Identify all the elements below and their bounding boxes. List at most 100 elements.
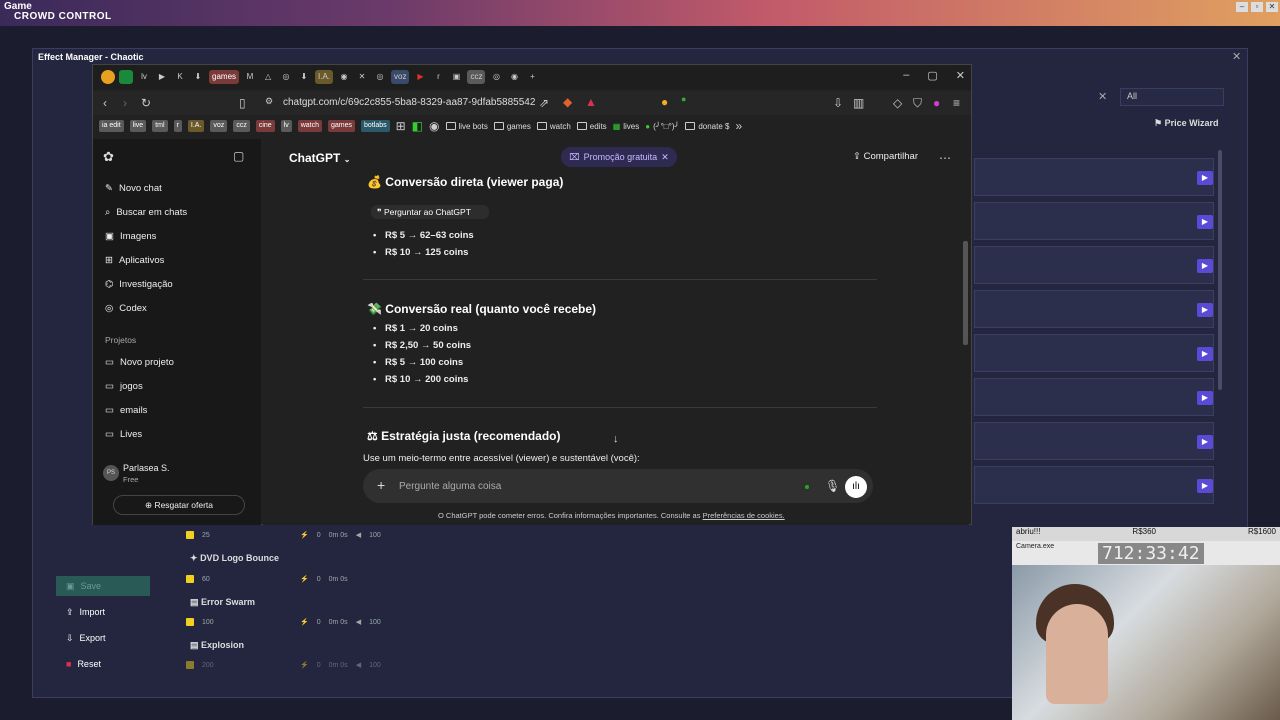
tab-icon[interactable]: ▶ — [155, 70, 169, 84]
back-icon[interactable]: ‹ — [103, 96, 107, 110]
bookmark-ia[interactable]: I.A. — [187, 120, 205, 132]
save-button[interactable]: ▣ Save — [56, 576, 150, 596]
model-selector[interactable]: ChatGPT ⌄ — [289, 151, 350, 165]
more-options-icon[interactable]: ⋯ — [939, 151, 951, 165]
wallet-icon[interactable]: ◇ — [893, 96, 902, 110]
github-icon[interactable]: ◉ — [429, 119, 439, 133]
download-icon[interactable]: ⇩ — [833, 96, 843, 110]
price-value[interactable]: 60 — [202, 576, 292, 583]
project-emails[interactable]: ▭ emails — [105, 405, 147, 416]
avatar[interactable]: PS — [103, 465, 119, 481]
tab-icon[interactable]: ▣ — [449, 70, 463, 84]
apps-grid-icon[interactable]: ⊞ — [396, 119, 406, 133]
bookmark-lv[interactable]: lv — [280, 120, 292, 132]
volume-value[interactable]: 100 — [369, 532, 381, 539]
reset-button[interactable]: ■ Reset — [56, 654, 150, 674]
bookmark-ccz[interactable]: ccz — [233, 120, 250, 132]
share-button[interactable]: ⇪ Compartilhar — [853, 151, 918, 162]
maximize-icon[interactable]: ▫ — [1251, 2, 1263, 12]
folder-watch[interactable]: watch — [536, 122, 571, 131]
play-icon[interactable]: ▶ — [1197, 479, 1213, 493]
minimize-icon[interactable]: – — [1236, 2, 1248, 12]
sidebar-item-images[interactable]: ▣ Imagens — [105, 231, 156, 242]
duration-value[interactable]: 0m 0s — [329, 619, 348, 626]
play-icon[interactable]: ▶ — [1197, 215, 1213, 229]
qty-value[interactable]: 0 — [317, 619, 321, 626]
qty-value[interactable]: 0 — [317, 662, 321, 669]
cookie-preferences-link[interactable]: Preferências de cookies. — [703, 511, 785, 520]
price-value[interactable]: 25 — [202, 532, 292, 539]
tab-icon[interactable]: ✕ — [355, 70, 369, 84]
extension-icon[interactable]: ● — [661, 95, 668, 109]
duration-value[interactable]: 0m 0s — [329, 532, 348, 539]
tab-icon[interactable]: ◎ — [279, 70, 293, 84]
bookmark-lives[interactable]: ▦ lives — [613, 122, 640, 131]
sidebar-item-apps[interactable]: ⊞ Aplicativos — [105, 255, 164, 266]
forward-icon[interactable]: › — [123, 96, 127, 110]
duration-value[interactable]: 0m 0s — [329, 576, 348, 583]
folder-donate[interactable]: donate $ — [685, 122, 729, 131]
import-button[interactable]: ⇪ Import — [56, 602, 150, 622]
reload-icon[interactable]: ↻ — [141, 96, 151, 110]
bookmark-icon[interactable]: ◧ — [412, 119, 423, 133]
export-button[interactable]: ⇩ Export — [56, 628, 150, 648]
tab-ccz[interactable]: ccz — [467, 70, 486, 84]
redeem-offer-button[interactable]: ⊕ Resgatar oferta — [113, 495, 245, 515]
sidebar-icon[interactable]: ▥ — [853, 96, 864, 110]
folder-live-bots[interactable]: live bots — [445, 122, 488, 131]
bookmark-tml[interactable]: tml — [152, 120, 168, 132]
extension-icon[interactable]: ● — [933, 96, 940, 110]
play-icon[interactable]: ▶ — [1197, 303, 1213, 317]
close-icon[interactable]: ✕ — [1232, 50, 1241, 63]
bookmark-botlabs[interactable]: botlabs — [361, 120, 390, 132]
project-jogos[interactable]: ▭ jogos — [105, 381, 143, 392]
bookmark-cine[interactable]: cine — [255, 120, 275, 132]
scrollbar[interactable] — [963, 241, 968, 345]
extension-icon[interactable]: ● — [681, 94, 686, 104]
project-lives[interactable]: ▭ Lives — [105, 429, 142, 440]
bookmark-icon[interactable]: ▯ — [239, 96, 246, 110]
sidebar-item-search[interactable]: ⌕ Buscar em chats — [105, 207, 187, 218]
prompt-input[interactable]: Pergunte alguma coisa — [399, 481, 501, 492]
more-bookmarks-icon[interactable]: » — [735, 119, 742, 133]
add-attachment-icon[interactable]: + — [377, 477, 385, 493]
tab-lv[interactable]: lv — [137, 70, 151, 84]
new-tab-icon[interactable]: + — [525, 70, 539, 84]
share-page-icon[interactable]: ⇗ — [539, 96, 549, 110]
bookmark-live[interactable]: live — [129, 120, 147, 132]
play-icon[interactable]: ▶ — [1197, 435, 1213, 449]
address-bar[interactable]: chatgpt.com/c/69c2c855-5ba8-8329-aa87-9d… — [283, 97, 535, 108]
price-value[interactable]: 100 — [202, 619, 292, 626]
filter-select[interactable]: All — [1120, 88, 1224, 106]
play-icon[interactable]: ▶ — [1197, 347, 1213, 361]
tab-r[interactable]: r — [431, 70, 445, 84]
tab-icon[interactable]: ▶ — [413, 70, 427, 84]
bookmark-watch[interactable]: watch — [297, 120, 323, 132]
folder-edits[interactable]: edits — [576, 122, 607, 131]
tab-icon[interactable] — [119, 70, 133, 84]
tab-icon[interactable]: ⬇ — [297, 70, 311, 84]
menu-icon[interactable]: ≡ — [953, 96, 960, 110]
sidebar-item-new-chat[interactable]: ✎ Novo chat — [105, 183, 162, 194]
folder-games[interactable]: games — [493, 122, 531, 131]
qty-value[interactable]: 0 — [317, 532, 321, 539]
rewards-icon[interactable]: ▲ — [585, 95, 597, 109]
minimize-icon[interactable]: – — [903, 69, 909, 82]
voice-mode-button[interactable]: ılı — [845, 476, 867, 498]
volume-value[interactable]: 100 — [369, 619, 381, 626]
tab-voz[interactable]: voz — [391, 70, 410, 84]
tab-icon[interactable]: △ — [261, 70, 275, 84]
bookmark-r[interactable]: r — [173, 120, 182, 132]
openai-logo-icon[interactable]: ✿ — [103, 149, 114, 165]
play-icon[interactable]: ▶ — [1197, 259, 1213, 273]
tab-icon[interactable]: ◎ — [489, 70, 503, 84]
maximize-icon[interactable]: ▢ — [927, 69, 937, 82]
brave-shield-icon[interactable]: ◆ — [563, 95, 572, 109]
tab-icon[interactable]: K — [173, 70, 187, 84]
toggle-sidebar-icon[interactable]: ▢ — [233, 149, 244, 163]
promo-badge[interactable]: ⌧ Promoção gratuita ✕ — [561, 147, 677, 167]
tab-ia[interactable]: I.A. — [315, 70, 334, 84]
tab-icon[interactable] — [101, 70, 115, 84]
price-value[interactable]: 200 — [202, 662, 292, 669]
duration-value[interactable]: 0m 0s — [329, 662, 348, 669]
